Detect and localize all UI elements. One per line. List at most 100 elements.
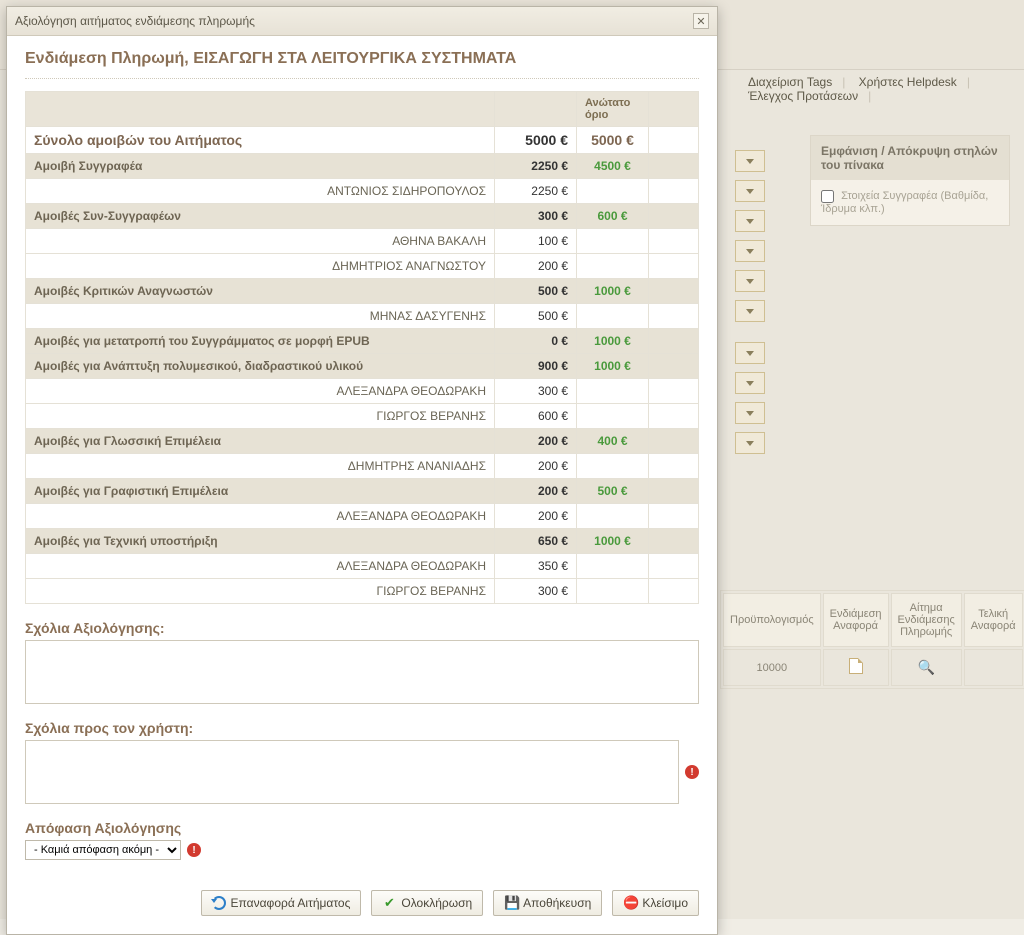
cell-interim-report[interactable] [823,649,889,686]
toggle-author-details[interactable]: Στοιχεία Συγγραφέα (Βαθμίδα, Ίδρυμα κλπ.… [821,190,988,215]
close-button-label: Κλείσιμο [642,896,688,910]
document-icon [849,658,863,674]
cell-interim-payment[interactable]: 🔍 [891,649,962,686]
modal-close-button[interactable]: ✕ [693,13,709,29]
toggle-author-details-checkbox[interactable] [821,190,834,203]
eval-comments-input[interactable] [25,640,699,704]
save-button[interactable]: 💾 Αποθήκευση [493,890,602,916]
person-row: ΑΝΤΩΝΙΟΣ ΣΙΔΗΡΟΠΟΥΛΟΣ2250 € [26,179,699,204]
category-limit: 1000 € [577,329,649,354]
filter-dropdown[interactable] [735,240,765,262]
user-comments-input[interactable] [25,740,679,804]
person-row: ΓΙΩΡΓΟΣ ΒΕΡΑΝΗΣ600 € [26,404,699,429]
menu-item[interactable]: Χρήστες Helpdesk [859,75,957,89]
person-value: 600 € [495,404,577,429]
person-name: ΓΙΩΡΓΟΣ ΒΕΡΑΝΗΣ [26,404,495,429]
filter-dropdown[interactable] [735,180,765,202]
stop-icon: ⛔ [623,896,637,910]
floppy-icon: 💾 [504,896,518,910]
category-limit: 600 € [577,204,649,229]
col-extra [649,92,699,127]
filter-dropdown[interactable] [735,150,765,172]
category-limit: 500 € [577,479,649,504]
cell-budget: 10000 [723,649,821,686]
category-row: Αμοιβές για Ανάπτυξη πολυμεσικού, διαδρα… [26,354,699,379]
error-icon: ! [685,765,699,779]
category-row: Αμοιβές Συν-Συγγραφέων300 €600 € [26,204,699,229]
menu-item[interactable]: Διαχείριση Tags [748,75,832,89]
modal-footer: Επαναφορά Αιτήματος ✔ Ολοκλήρωση 💾 Αποθή… [25,860,699,916]
decision-select[interactable]: - Καμιά απόφαση ακόμη - [25,840,181,860]
col-label [26,92,495,127]
total-row: Σύνολο αμοιβών του Αιτήματος 5000 € 5000… [26,127,699,154]
category-value: 300 € [495,204,577,229]
person-row: ΑΛΕΞΑΝΔΡΑ ΘΕΟΔΩΡΑΚΗ200 € [26,504,699,529]
complete-button[interactable]: ✔ Ολοκλήρωση [371,890,483,916]
category-value: 2250 € [495,154,577,179]
category-label: Αμοιβές για Τεχνική υποστήριξη [26,529,495,554]
filter-dropdown[interactable] [735,210,765,232]
person-value: 200 € [495,454,577,479]
person-name: ΓΙΩΡΓΟΣ ΒΕΡΑΝΗΣ [26,579,495,604]
category-value: 200 € [495,479,577,504]
person-row: ΑΘΗΝΑ ΒΑΚΑΛΗ100 € [26,229,699,254]
category-value: 500 € [495,279,577,304]
filter-dropdown[interactable] [735,342,765,364]
toggle-author-details-label: Στοιχεία Συγγραφέα (Βαθμίδα, Ίδρυμα κλπ.… [821,190,988,215]
col-limit: Ανώτατο όριο [577,92,649,127]
category-row: Αμοιβές για μετατροπή του Συγγράμματος σ… [26,329,699,354]
category-limit: 1000 € [577,279,649,304]
fees-table: Ανώτατο όριο Σύνολο αμοιβών του Αιτήματο… [25,91,699,604]
total-label: Σύνολο αμοιβών του Αιτήματος [26,127,495,154]
panel-title: Εμφάνιση / Απόκρυψη στηλών του πίνακα [811,136,1009,180]
cell-final-report [964,649,1023,686]
category-label: Αμοιβές για Γραφιστική Επιμέλεια [26,479,495,504]
category-label: Αμοιβές Κριτικών Αναγνωστών [26,279,495,304]
decision-label: Απόφαση Αξιολόγησης [25,820,699,836]
category-row: Αμοιβές για Γραφιστική Επιμέλεια200 €500… [26,479,699,504]
total-limit: 5000 € [577,127,649,154]
category-value: 650 € [495,529,577,554]
close-icon: ✕ [696,15,705,28]
person-value: 500 € [495,304,577,329]
person-name: ΜΗΝΑΣ ΔΑΣΥΓΕΝΗΣ [26,304,495,329]
top-menu: Διαχείριση Tags| Χρήστες Helpdesk| Έλεγχ… [740,75,1024,103]
filter-dropdown[interactable] [735,432,765,454]
person-name: ΑΝΤΩΝΙΟΣ ΣΙΔΗΡΟΠΟΥΛΟΣ [26,179,495,204]
check-icon: ✔ [382,896,396,910]
category-label: Αμοιβές για Ανάπτυξη πολυμεσικού, διαδρα… [26,354,495,379]
col-interim-payment-request: Αίτημα Ενδιάμεσης Πληρωμής [891,593,962,647]
person-row: ΔΗΜΗΤΡΙΟΣ ΑΝΑΓΝΩΣΤΟΥ200 € [26,254,699,279]
category-row: Αμοιβές για Γλωσσική Επιμέλεια200 €400 € [26,429,699,454]
col-value [495,92,577,127]
filter-dropdown[interactable] [735,372,765,394]
total-value: 5000 € [495,127,577,154]
table-row: 10000 🔍 [723,649,1023,686]
person-value: 350 € [495,554,577,579]
evaluation-modal: Αξιολόγηση αιτήματος ενδιάμεσης πληρωμής… [6,6,718,935]
modal-header: Αξιολόγηση αιτήματος ενδιάμεσης πληρωμής… [7,7,717,36]
category-limit: 1000 € [577,529,649,554]
modal-title: Αξιολόγηση αιτήματος ενδιάμεσης πληρωμής [15,14,255,28]
close-button[interactable]: ⛔ Κλείσιμο [612,890,699,916]
person-name: ΔΗΜΗΤΡΙΟΣ ΑΝΑΓΝΩΣΤΟΥ [26,254,495,279]
user-comments-label: Σχόλια προς τον χρήστη: [25,720,699,736]
person-row: ΔΗΜΗΤΡΗΣ ΑΝΑΝΙΑΔΗΣ200 € [26,454,699,479]
category-label: Αμοιβές Συν-Συγγραφέων [26,204,495,229]
category-value: 0 € [495,329,577,354]
category-label: Αμοιβή Συγγραφέα [26,154,495,179]
reset-request-button[interactable]: Επαναφορά Αιτήματος [201,890,362,916]
person-value: 200 € [495,504,577,529]
filter-dropdown[interactable] [735,300,765,322]
filter-dropdown-column [735,150,765,462]
filter-dropdown[interactable] [735,270,765,292]
filter-dropdown[interactable] [735,402,765,424]
menu-item[interactable]: Έλεγχος Προτάσεων [748,89,858,103]
category-limit: 1000 € [577,354,649,379]
reset-button-label: Επαναφορά Αιτήματος [231,896,351,910]
refresh-icon [212,896,226,910]
person-name: ΑΛΕΞΑΝΔΡΑ ΘΕΟΔΩΡΑΚΗ [26,504,495,529]
category-row: Αμοιβές Κριτικών Αναγνωστών500 €1000 € [26,279,699,304]
title-divider [25,78,699,79]
col-final-report: Τελική Αναφορά [964,593,1023,647]
